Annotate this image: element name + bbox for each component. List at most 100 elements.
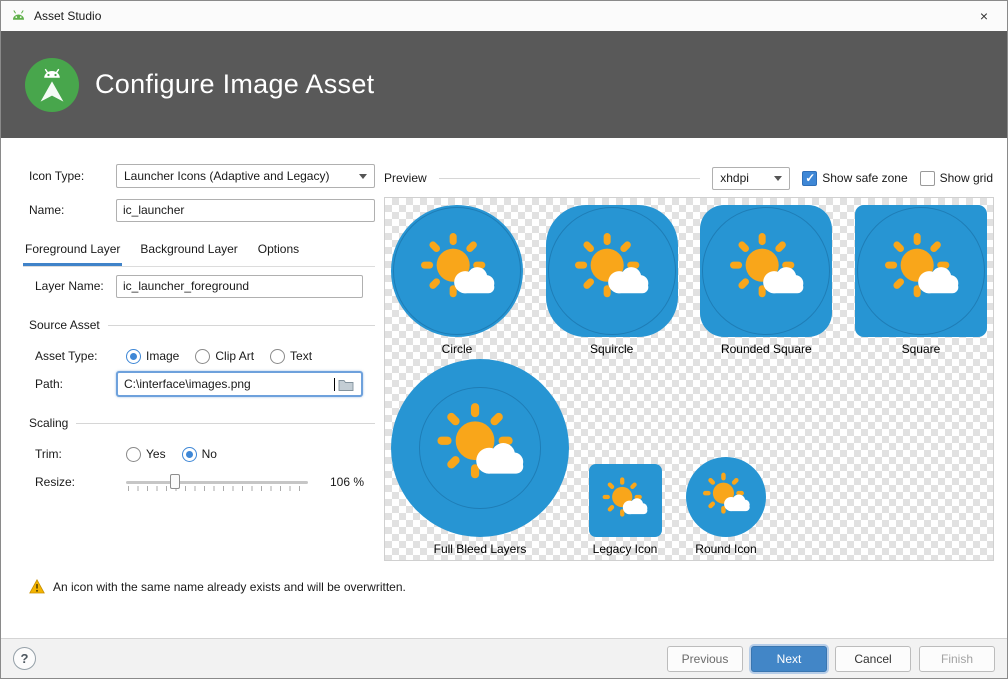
tab-foreground-layer[interactable]: Foreground Layer xyxy=(23,236,122,266)
show-grid-checkbox[interactable] xyxy=(920,171,935,186)
slider-thumb[interactable] xyxy=(170,474,180,489)
source-asset-title: Source Asset xyxy=(29,318,100,332)
radio-trim-no-label: No xyxy=(202,447,217,461)
tab-options[interactable]: Options xyxy=(256,236,301,266)
warning-message: An icon with the same name already exist… xyxy=(29,579,406,594)
finish-button[interactable]: Finish xyxy=(919,646,995,672)
preview-tile-squircle: Squircle xyxy=(546,205,678,356)
sun-cloud-icon xyxy=(694,465,758,529)
layer-tabs: Foreground Layer Background Layer Option… xyxy=(23,236,375,267)
path-label: Path: xyxy=(35,377,116,391)
slider-ticks xyxy=(128,486,308,491)
tile-label: Circle xyxy=(442,342,473,356)
titlebar: Asset Studio × xyxy=(1,1,1007,31)
layer-name-input[interactable]: ic_launcher_foreground xyxy=(116,275,363,298)
sun-cloud-icon xyxy=(421,389,539,507)
adaptive-preview-circle xyxy=(391,205,523,337)
radio-trim-yes-label: Yes xyxy=(146,447,166,461)
warning-text: An icon with the same name already exist… xyxy=(53,580,406,594)
name-value: ic_launcher xyxy=(123,203,184,217)
radio-trim-yes[interactable]: Yes xyxy=(126,447,166,462)
radio-trim-no-control[interactable] xyxy=(182,447,197,462)
sun-cloud-icon xyxy=(594,470,655,531)
radio-text-label: Text xyxy=(290,349,312,363)
resize-value: 106 % xyxy=(330,475,364,489)
preview-tile-round: Round Icon xyxy=(673,358,779,556)
divider xyxy=(108,325,375,326)
warning-icon xyxy=(29,579,45,594)
radio-clip-art-label: Clip Art xyxy=(215,349,254,363)
adaptive-preview-square xyxy=(855,205,987,337)
preview-tile-rounded-square: Rounded Square xyxy=(700,205,832,356)
chevron-down-icon xyxy=(359,174,367,179)
radio-image-control[interactable] xyxy=(126,349,141,364)
icon-type-label: Icon Type: xyxy=(29,169,116,183)
name-label: Name: xyxy=(29,203,116,217)
preview-tile-circle: Circle xyxy=(391,205,523,356)
content: Icon Type: Launcher Icons (Adaptive and … xyxy=(1,138,1007,640)
radio-image[interactable]: Image xyxy=(126,349,179,364)
android-head-icon xyxy=(10,8,27,25)
sun-cloud-icon xyxy=(561,221,661,321)
tile-label: Squircle xyxy=(590,342,633,356)
header-banner: Configure Image Asset xyxy=(1,31,1007,138)
radio-clip-art-control[interactable] xyxy=(195,349,210,364)
show-safe-zone-label: Show safe zone xyxy=(822,171,907,185)
sun-cloud-icon xyxy=(716,221,816,321)
sun-cloud-icon xyxy=(871,221,971,321)
checkbox-show-grid[interactable]: Show grid xyxy=(920,171,993,186)
path-input[interactable]: C:\interface\images.png xyxy=(116,371,363,397)
android-studio-logo-icon xyxy=(25,58,79,112)
density-select[interactable]: xhdpi xyxy=(712,167,790,190)
tile-label: Full Bleed Layers xyxy=(434,542,527,556)
folder-icon xyxy=(338,378,354,391)
adaptive-preview-full-bleed xyxy=(391,359,569,537)
icon-type-value: Launcher Icons (Adaptive and Legacy) xyxy=(124,169,353,183)
preview-canvas: Circle Squircle Rounded Square xyxy=(384,197,994,561)
chevron-down-icon xyxy=(774,176,782,181)
resize-slider[interactable] xyxy=(126,473,308,492)
section-scaling: Scaling xyxy=(29,416,375,430)
layer-name-label: Layer Name: xyxy=(35,279,116,293)
radio-clip-art[interactable]: Clip Art xyxy=(195,349,254,364)
icon-type-select[interactable]: Launcher Icons (Adaptive and Legacy) xyxy=(116,164,375,188)
tile-label: Square xyxy=(902,342,941,356)
radio-text[interactable]: Text xyxy=(270,349,312,364)
adaptive-preview-rounded-square xyxy=(700,205,832,337)
name-input[interactable]: ic_launcher xyxy=(116,199,375,222)
tile-label: Round Icon xyxy=(695,542,756,556)
preview-tile-full-bleed: Full Bleed Layers xyxy=(387,358,573,556)
radio-trim-yes-control[interactable] xyxy=(126,447,141,462)
previous-button[interactable]: Previous xyxy=(667,646,743,672)
divider xyxy=(439,178,701,179)
next-button[interactable]: Next xyxy=(751,646,827,672)
show-grid-label: Show grid xyxy=(940,171,993,185)
preview-tile-square: Square xyxy=(855,205,987,356)
preview-row-top: Circle Squircle Rounded Square xyxy=(385,205,993,356)
slider-track[interactable] xyxy=(126,481,308,484)
browse-button[interactable] xyxy=(335,375,357,394)
close-button[interactable]: × xyxy=(961,1,1007,31)
tile-label: Legacy Icon xyxy=(593,542,658,556)
cancel-button[interactable]: Cancel xyxy=(835,646,911,672)
trim-label: Trim: xyxy=(35,447,126,461)
legacy-icon-preview xyxy=(589,464,662,537)
divider xyxy=(76,423,375,424)
preview-tile-legacy: Legacy Icon xyxy=(577,358,673,556)
radio-text-control[interactable] xyxy=(270,349,285,364)
tab-background-layer[interactable]: Background Layer xyxy=(138,236,239,266)
path-value: C:\interface\images.png xyxy=(124,377,333,391)
round-icon-preview xyxy=(686,457,766,537)
preview-header: Preview xhdpi Show safe zone Show grid xyxy=(384,166,993,190)
adaptive-preview-squircle xyxy=(546,205,678,337)
help-button[interactable]: ? xyxy=(13,647,36,670)
scaling-title: Scaling xyxy=(29,416,68,430)
resize-label: Resize: xyxy=(35,475,126,489)
layer-name-value: ic_launcher_foreground xyxy=(123,279,249,293)
show-safe-zone-checkbox[interactable] xyxy=(802,171,817,186)
radio-trim-no[interactable]: No xyxy=(182,447,217,462)
density-value: xhdpi xyxy=(720,171,768,185)
checkbox-show-safe-zone[interactable]: Show safe zone xyxy=(802,171,907,186)
radio-image-label: Image xyxy=(146,349,179,363)
asset-type-label: Asset Type: xyxy=(35,349,126,363)
